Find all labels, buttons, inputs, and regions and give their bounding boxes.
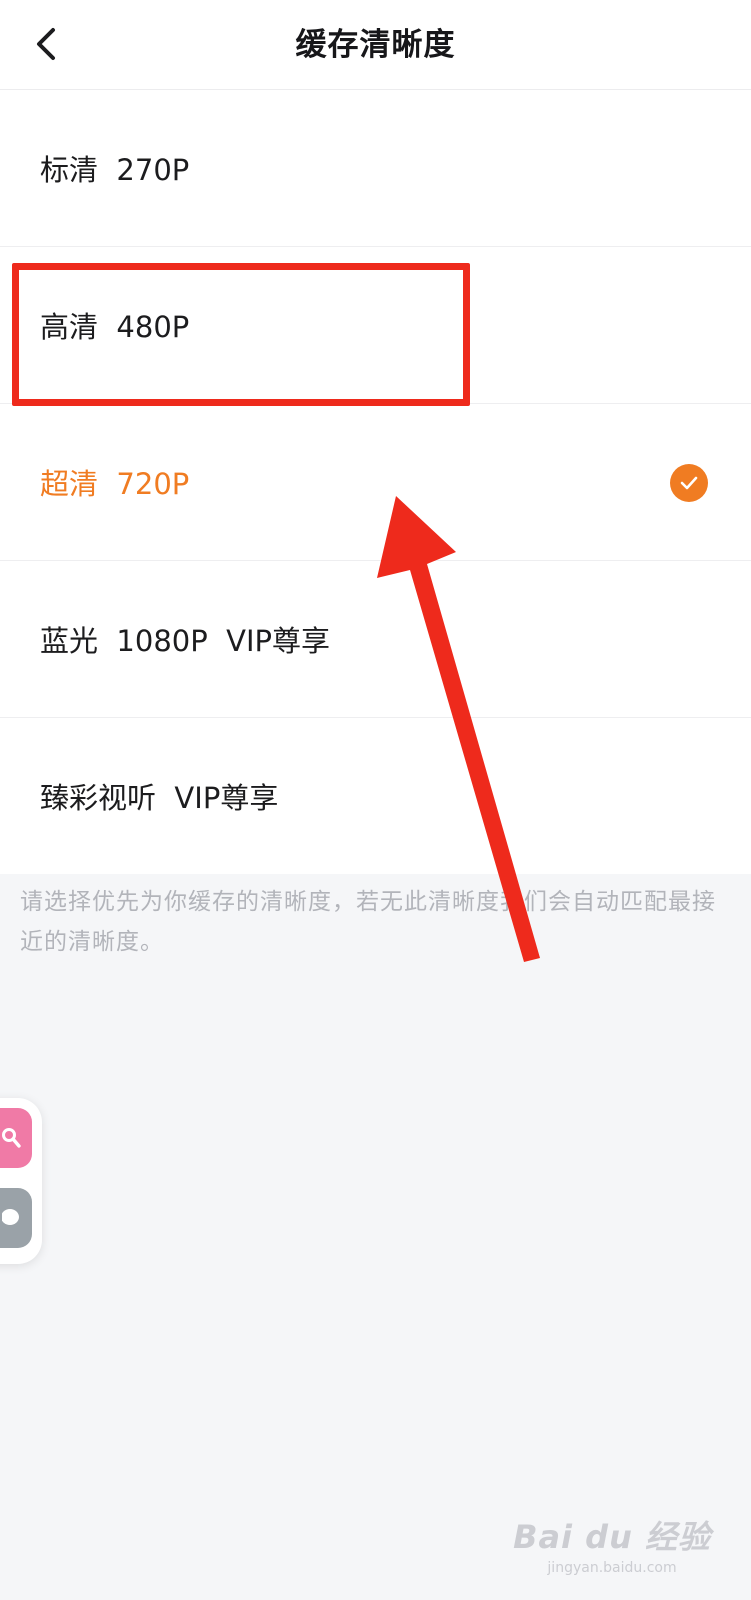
option-label: 臻彩视听 VIP尊享 (40, 781, 279, 815)
option-premium-audio-visual[interactable]: 臻彩视听 VIP尊享 (0, 718, 751, 874)
option-bluray-1080p[interactable]: 蓝光 1080P VIP尊享 (0, 561, 751, 718)
hint-text: 请选择优先为你缓存的清晰度，若无此清晰度我们会自动匹配最接近的清晰度。 (20, 889, 716, 955)
option-label: 超清 720P (40, 467, 190, 501)
option-label: 蓝光 1080P VIP尊享 (40, 624, 331, 658)
chat-bubble-icon (2, 1209, 19, 1225)
floating-toolbar (0, 1098, 42, 1264)
floating-search-button[interactable] (0, 1108, 32, 1168)
resolution-option-list: 标清 270P 高清 480P 超清 720P 蓝光 1080P VIP尊享 臻… (0, 90, 751, 874)
option-sd-270p[interactable]: 标清 270P (0, 90, 751, 247)
option-label: 标清 270P (40, 153, 190, 187)
watermark-brand: Bai du 经验 (513, 1518, 711, 1556)
search-icon (2, 1128, 21, 1148)
option-label: 高清 480P (40, 310, 190, 344)
page-title: 缓存清晰度 (295, 27, 456, 63)
option-fhd-720p[interactable]: 超清 720P (0, 404, 751, 561)
watermark: Bai du 经验 jingyan.baidu.com (513, 1512, 711, 1576)
watermark-url: jingyan.baidu.com (547, 1560, 677, 1576)
checkmark-icon (670, 464, 708, 502)
floating-chat-button[interactable] (0, 1188, 32, 1248)
option-hd-480p[interactable]: 高清 480P (0, 247, 751, 404)
top-bar: 缓存清晰度 (0, 0, 751, 90)
